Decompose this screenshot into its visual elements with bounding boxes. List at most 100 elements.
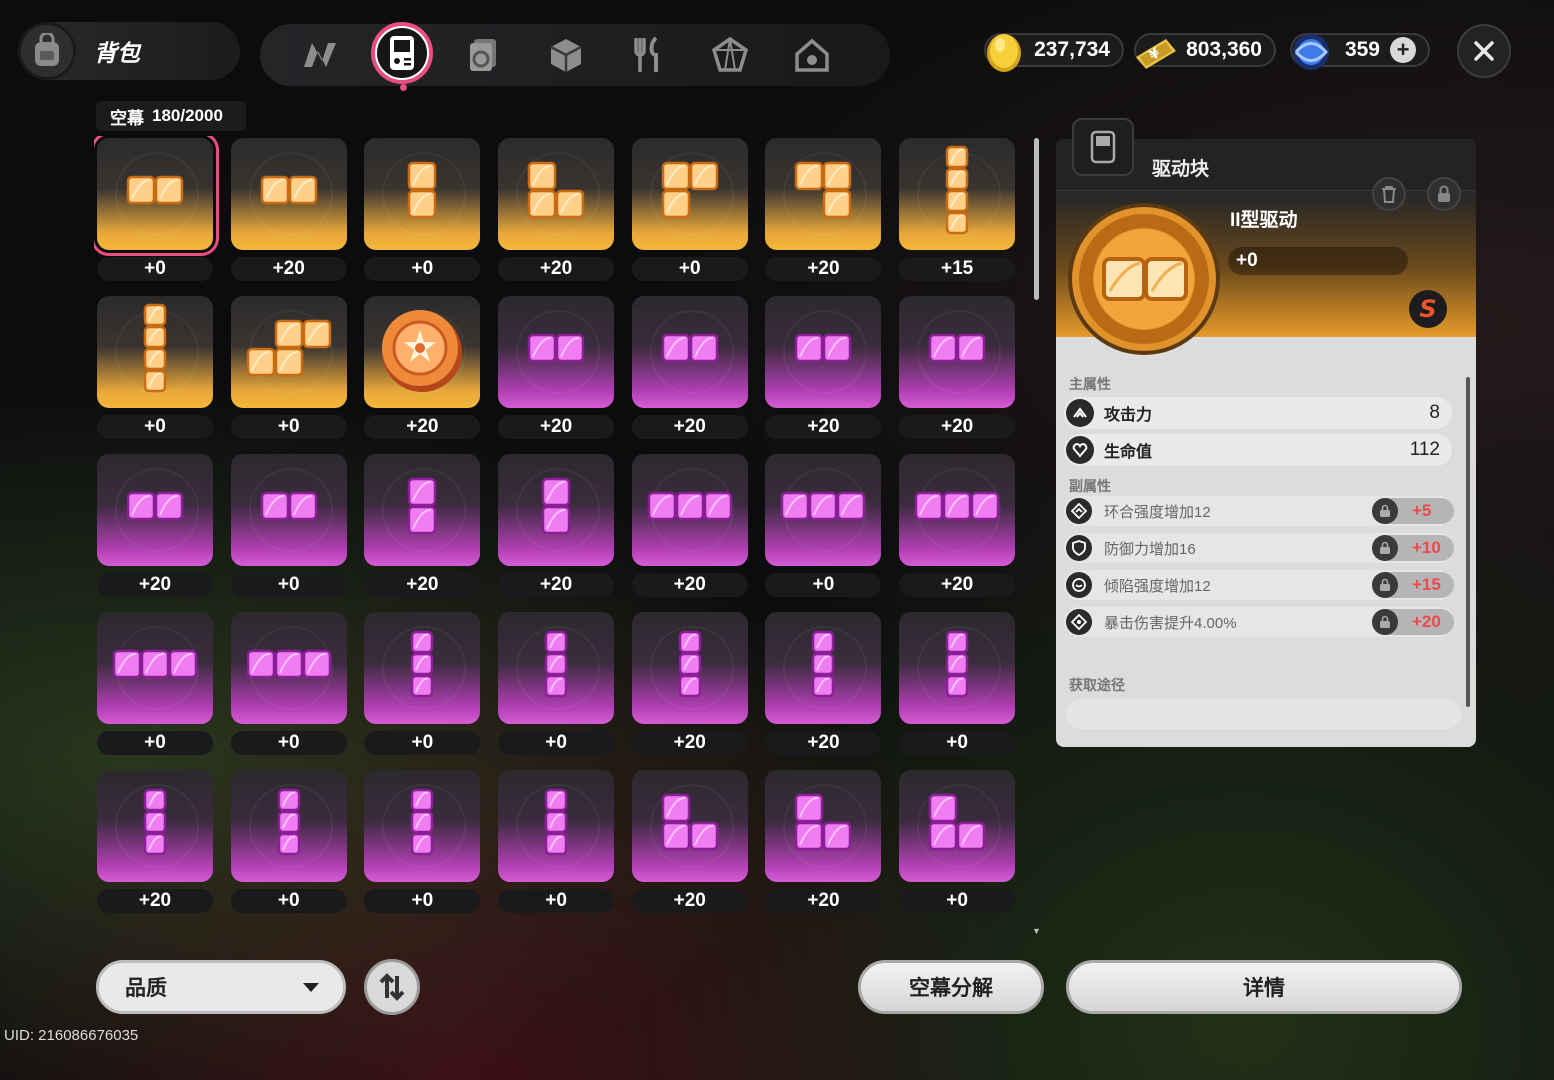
drive-disc-item[interactable]: +20 xyxy=(765,768,882,926)
item-card[interactable] xyxy=(230,770,347,882)
item-card[interactable] xyxy=(97,296,213,408)
tab-crystals[interactable] xyxy=(704,29,756,81)
details-button[interactable]: 详情 xyxy=(1066,960,1462,1014)
drive-disc-item[interactable]: +0 xyxy=(498,610,615,768)
drive-disc-item[interactable]: +0 xyxy=(765,452,882,610)
detail-scrollbar[interactable] xyxy=(1466,377,1470,707)
item-card[interactable] xyxy=(899,296,1016,408)
chevron-down-icon xyxy=(303,983,319,992)
item-card[interactable] xyxy=(230,612,347,724)
drive-disc-item[interactable]: +20 xyxy=(631,452,748,610)
tab-n-logo[interactable] xyxy=(294,29,346,81)
item-card[interactable] xyxy=(765,138,882,250)
drive-disc-item[interactable]: +0 xyxy=(230,768,347,926)
item-card[interactable] xyxy=(899,770,1016,882)
drive-disc-item[interactable]: +20 xyxy=(631,610,748,768)
item-card[interactable] xyxy=(631,770,748,882)
grid-scrollbar[interactable] xyxy=(1034,138,1039,300)
add-crystal-button[interactable]: + xyxy=(1390,37,1416,63)
item-grid-viewport[interactable]: +0 +20 +0 +20 +0 +20 +15 +0 +0 +20 +20 +20 +20 +20 +20… xyxy=(94,136,1018,931)
item-card[interactable] xyxy=(498,296,615,408)
lock-icon[interactable] xyxy=(1372,609,1398,635)
drive-disc-item[interactable]: +20 xyxy=(97,768,213,926)
drive-disc-item[interactable]: +20 xyxy=(631,768,748,926)
drive-disc-item[interactable]: +15 xyxy=(899,136,1016,294)
acquire-list[interactable] xyxy=(1066,699,1461,729)
tab-materials[interactable] xyxy=(540,29,592,81)
tab-food[interactable] xyxy=(622,29,674,81)
drive-disc-item[interactable]: +0 xyxy=(364,136,481,294)
item-card[interactable] xyxy=(631,296,748,408)
lock-button[interactable] xyxy=(1427,177,1461,211)
drive-disc-item[interactable]: +20 xyxy=(364,452,481,610)
decompose-button[interactable]: 空幕分解 xyxy=(858,960,1044,1014)
drive-disc-item[interactable]: +20 xyxy=(498,452,615,610)
drive-disc-item[interactable]: +0 xyxy=(97,294,213,452)
drive-disc-item[interactable]: +0 xyxy=(364,768,481,926)
item-card[interactable] xyxy=(230,138,347,250)
lock-icon[interactable] xyxy=(1372,572,1398,598)
item-card[interactable] xyxy=(765,612,882,724)
item-card[interactable] xyxy=(364,138,481,250)
item-card[interactable] xyxy=(498,454,615,566)
drive-disc-item[interactable]: +0 xyxy=(498,768,615,926)
drive-disc-item[interactable]: +0 xyxy=(230,294,347,452)
drive-disc-item[interactable]: +20 xyxy=(765,136,882,294)
item-card[interactable] xyxy=(899,612,1016,724)
quality-filter-select[interactable]: 品质 xyxy=(96,960,346,1014)
item-card[interactable] xyxy=(230,296,347,408)
drive-disc-item[interactable]: +20 xyxy=(899,294,1016,452)
item-card[interactable] xyxy=(364,612,481,724)
item-card[interactable] xyxy=(765,296,882,408)
discard-button[interactable] xyxy=(1372,177,1406,211)
item-card[interactable] xyxy=(97,770,213,882)
drive-disc-item[interactable]: +20 xyxy=(899,452,1016,610)
item-card[interactable] xyxy=(765,770,882,882)
drive-disc-item[interactable]: +20 xyxy=(765,610,882,768)
tab-furniture[interactable] xyxy=(786,29,838,81)
item-card[interactable] xyxy=(364,454,481,566)
item-card[interactable] xyxy=(498,138,615,250)
sub-attr-label: 副属性 xyxy=(1069,478,1111,494)
lock-icon[interactable] xyxy=(1372,498,1398,524)
crit-icon xyxy=(1066,609,1092,635)
item-card[interactable] xyxy=(631,612,748,724)
drive-disc-item[interactable]: +20 xyxy=(498,294,615,452)
sort-order-button[interactable] xyxy=(364,959,420,1015)
item-card[interactable] xyxy=(765,454,882,566)
item-card[interactable] xyxy=(97,454,213,566)
tab-drive-disc[interactable] xyxy=(371,22,433,84)
drive-disc-item[interactable]: +20 xyxy=(498,136,615,294)
drive-disc-item[interactable]: +0 xyxy=(899,610,1016,768)
item-card[interactable] xyxy=(364,296,481,408)
item-card[interactable] xyxy=(97,612,213,724)
tab-cards[interactable] xyxy=(458,29,510,81)
block-shape-icon xyxy=(541,477,571,535)
drive-disc-item[interactable]: +20 xyxy=(230,136,347,294)
bonus-value: +10 xyxy=(1412,538,1441,557)
drive-disc-item[interactable]: +20 xyxy=(364,294,481,452)
item-card[interactable] xyxy=(230,454,347,566)
item-card[interactable] xyxy=(899,138,1016,250)
drive-disc-item[interactable]: +0 xyxy=(94,136,219,294)
item-card[interactable] xyxy=(498,770,615,882)
item-card[interactable] xyxy=(498,612,615,724)
item-card[interactable] xyxy=(631,454,748,566)
item-card[interactable] xyxy=(631,138,748,250)
block-shape-icon xyxy=(112,649,198,679)
item-card[interactable] xyxy=(364,770,481,882)
close-button[interactable] xyxy=(1457,24,1511,78)
lock-icon[interactable] xyxy=(1372,535,1398,561)
drive-disc-item[interactable]: +20 xyxy=(765,294,882,452)
drive-disc-item[interactable]: +0 xyxy=(364,610,481,768)
drive-disc-item[interactable]: +0 xyxy=(899,768,1016,926)
drive-disc-item[interactable]: +0 xyxy=(230,452,347,610)
item-card[interactable] xyxy=(94,136,219,256)
drive-disc-item[interactable]: +20 xyxy=(631,294,748,452)
drive-disc-item[interactable]: +0 xyxy=(631,136,748,294)
drive-disc-item[interactable]: +0 xyxy=(230,610,347,768)
drive-disc-item[interactable]: +20 xyxy=(97,452,213,610)
item-card[interactable] xyxy=(899,454,1016,566)
block-shape-icon xyxy=(945,630,969,698)
drive-disc-item[interactable]: +0 xyxy=(97,610,213,768)
